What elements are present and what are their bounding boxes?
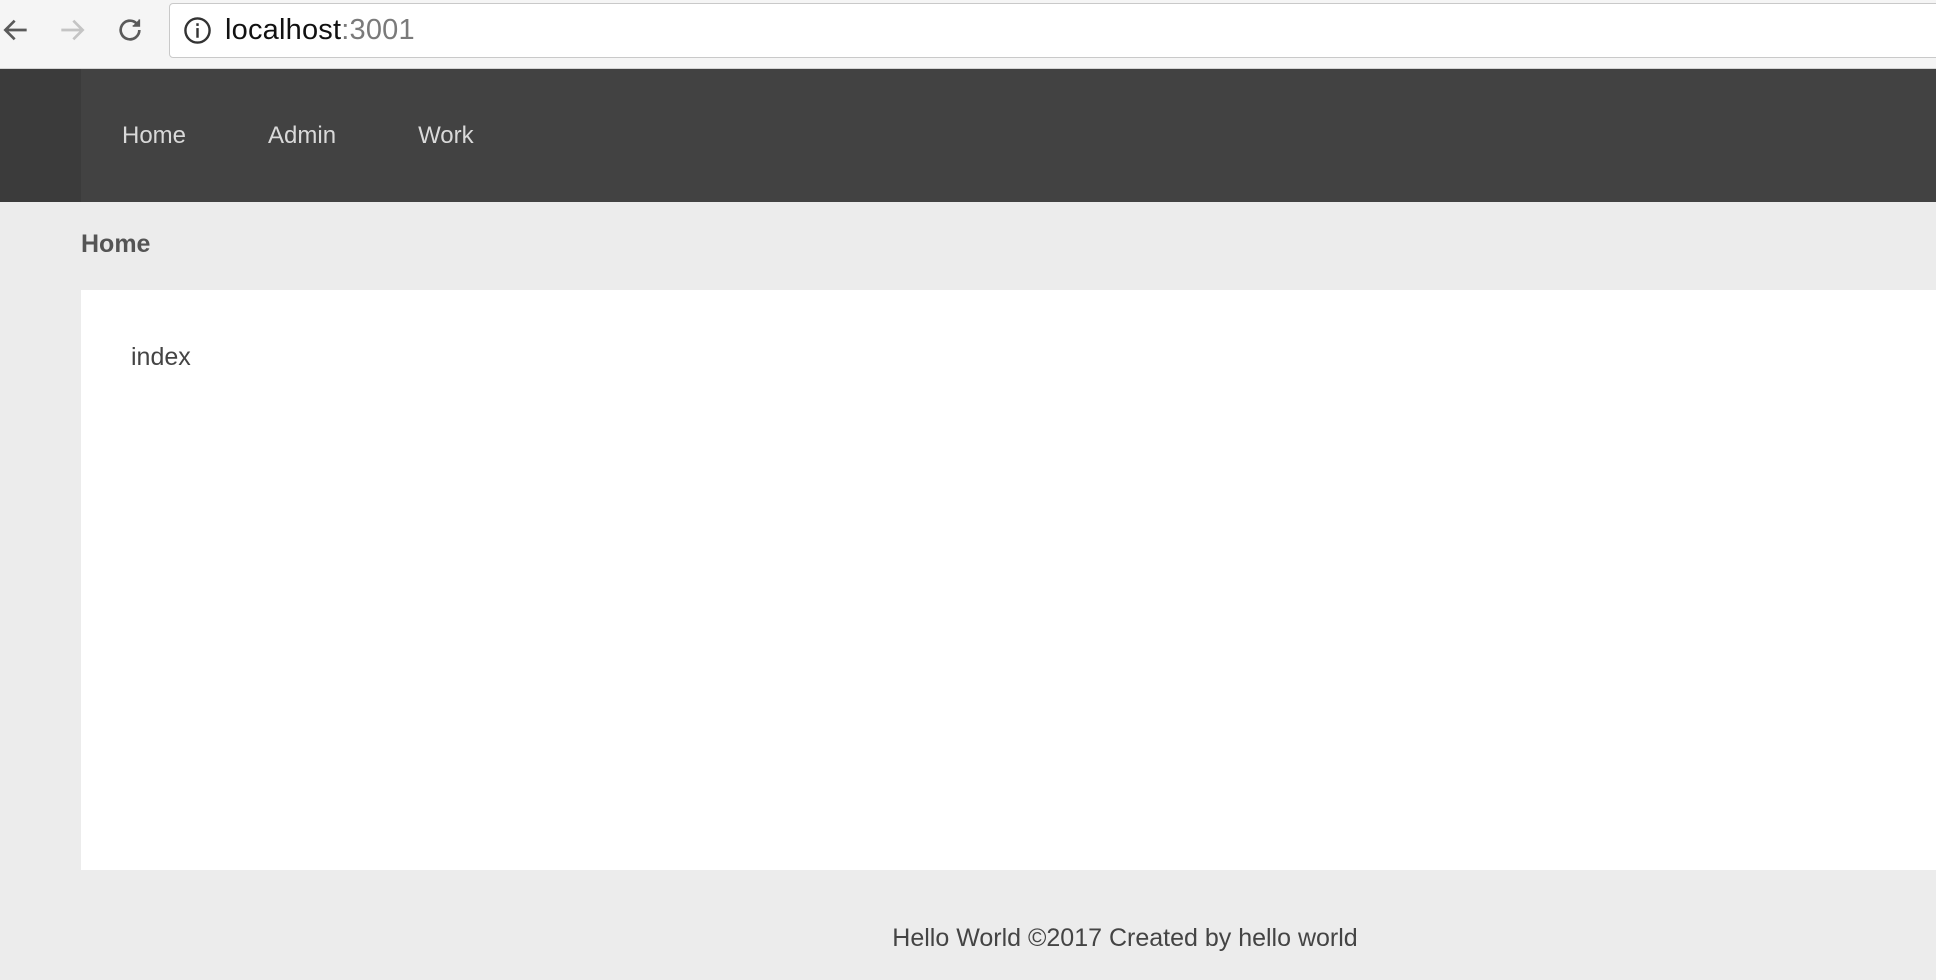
- browser-toolbar: localhost:3001: [0, 0, 1936, 69]
- app-header: Home Admin Work: [0, 69, 1936, 202]
- nav-item-work[interactable]: Work: [377, 69, 515, 202]
- url-text[interactable]: localhost:3001: [225, 14, 415, 47]
- url-port: :3001: [341, 14, 415, 46]
- info-circle-icon[interactable]: [183, 16, 212, 45]
- footer-text: Hello World ©2017 Created by hello world: [892, 924, 1358, 952]
- content-text: index: [131, 343, 191, 371]
- reload-button[interactable]: [108, 10, 152, 54]
- arrow-right-icon: [56, 14, 88, 51]
- forward-button[interactable]: [50, 10, 94, 54]
- url-host: localhost: [225, 14, 342, 46]
- nav-item-home[interactable]: Home: [81, 69, 227, 202]
- back-button[interactable]: [0, 10, 38, 54]
- arrow-left-icon: [0, 14, 32, 51]
- reload-icon: [114, 14, 146, 51]
- content-card: index: [81, 290, 1936, 870]
- nav-item-admin[interactable]: Admin: [227, 69, 377, 202]
- breadcrumb: Home: [81, 230, 151, 258]
- address-bar[interactable]: localhost:3001: [169, 3, 1936, 58]
- top-nav: Home Admin Work: [81, 69, 515, 202]
- logo-area: [0, 69, 81, 202]
